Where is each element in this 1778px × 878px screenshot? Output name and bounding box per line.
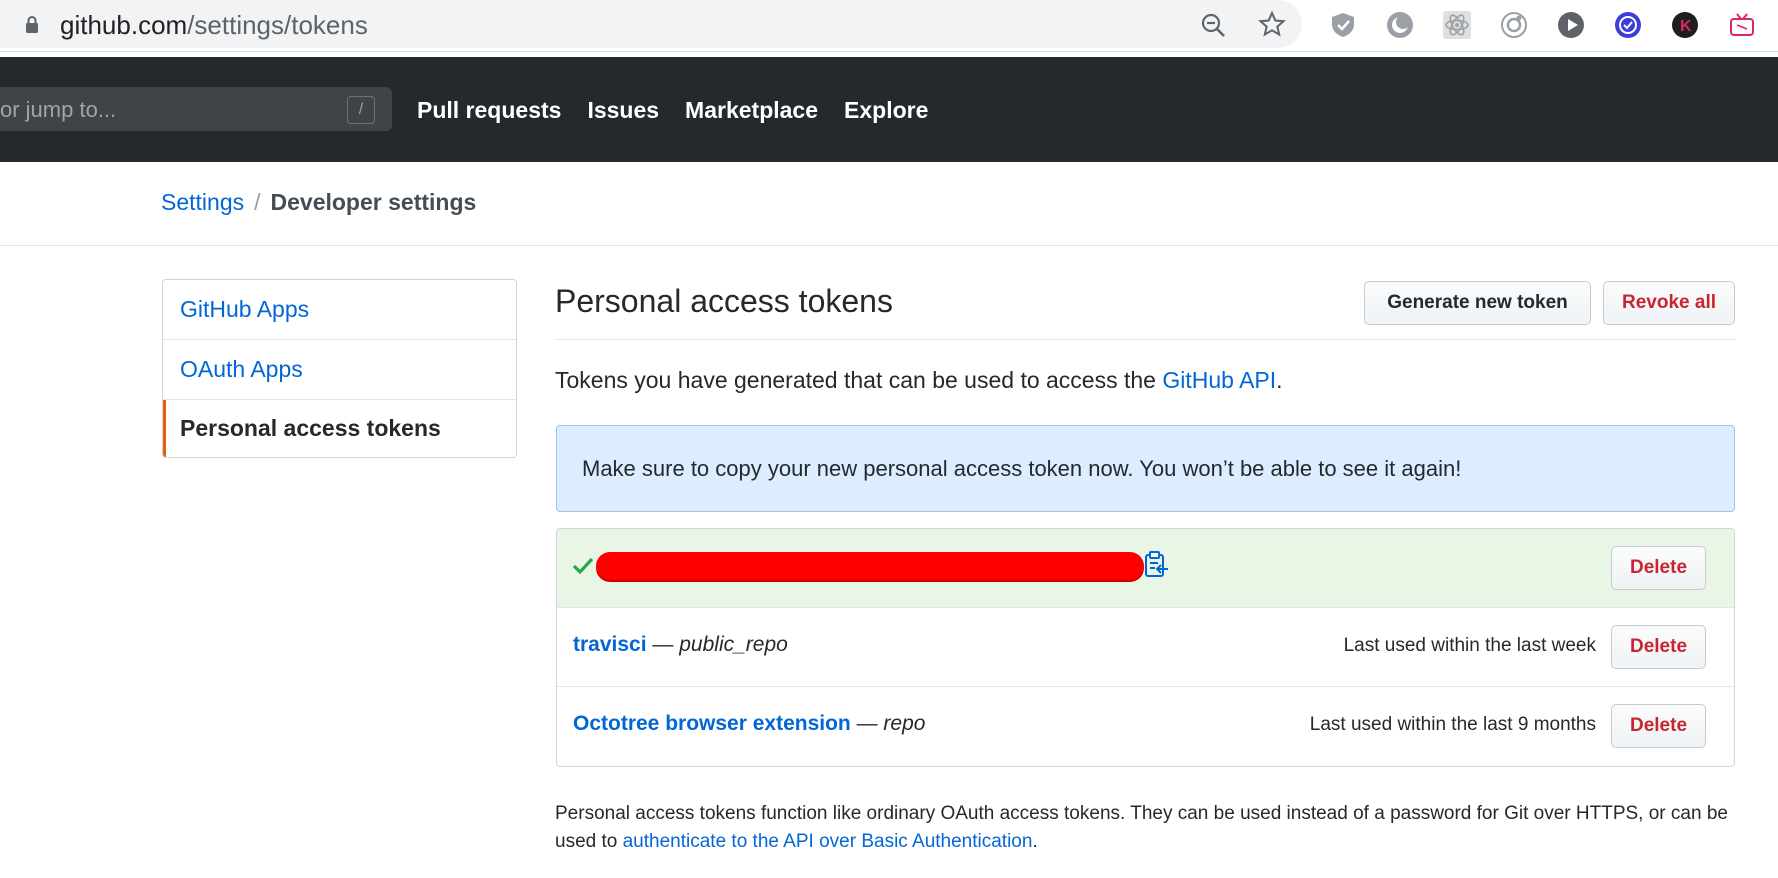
github-api-link[interactable]: GitHub API xyxy=(1162,367,1276,393)
token-scope: public_repo xyxy=(679,633,788,656)
page-title: Personal access tokens xyxy=(555,283,893,319)
token-scope: repo xyxy=(883,712,926,735)
token-list: Delete travisci — public_repo Last used … xyxy=(556,528,1735,767)
todo-extension-icon[interactable] xyxy=(1614,11,1642,39)
intro-text: Tokens you have generated that can be us… xyxy=(555,367,1283,394)
shield-extension-icon[interactable] xyxy=(1329,11,1357,39)
intro-body: Tokens you have generated that can be us… xyxy=(555,367,1163,393)
token-separator: — xyxy=(850,712,884,735)
token-separator: — xyxy=(646,633,680,656)
new-token-row: Delete xyxy=(557,529,1734,608)
delete-token-button[interactable]: Delete xyxy=(1611,625,1706,669)
subhead: Personal access tokens Generate new toke… xyxy=(555,279,1735,340)
breadcrumb-separator: / xyxy=(254,189,261,215)
developer-settings-menu: GitHub Apps OAuth Apps Personal access t… xyxy=(162,279,517,458)
delete-token-button[interactable]: Delete xyxy=(1611,704,1706,748)
redacted-token-value xyxy=(596,552,1144,580)
address-bar[interactable]: github.com/settings/tokens xyxy=(0,0,1302,48)
footnote-text: Personal access tokens function like ord… xyxy=(555,800,1735,856)
target-extension-icon[interactable] xyxy=(1500,11,1528,39)
header-nav: Pull requests Issues Marketplace Explore xyxy=(417,97,928,124)
k-extension-icon[interactable]: K xyxy=(1671,11,1699,39)
zoom-out-icon[interactable] xyxy=(1200,12,1226,38)
delete-new-token-button[interactable]: Delete xyxy=(1611,546,1706,590)
play-extension-icon[interactable] xyxy=(1557,11,1585,39)
breadcrumb: Settings / Developer settings xyxy=(161,189,476,216)
generate-new-token-button[interactable]: Generate new token xyxy=(1364,281,1591,325)
url-path: /settings/tokens xyxy=(187,10,368,40)
breadcrumb-settings-link[interactable]: Settings xyxy=(161,189,244,215)
main-content: Personal access tokens Generate new toke… xyxy=(555,279,1735,852)
star-icon[interactable] xyxy=(1258,10,1286,38)
search-placeholder: or jump to... xyxy=(0,97,117,122)
breadcrumb-current: Developer settings xyxy=(270,189,477,215)
url-domain: github.com xyxy=(60,10,188,40)
react-devtools-icon[interactable] xyxy=(1443,11,1471,39)
dark-mode-extension-icon[interactable] xyxy=(1386,11,1414,39)
intro-end: . xyxy=(1276,367,1283,393)
tv-extension-icon[interactable] xyxy=(1728,11,1756,39)
basic-auth-link[interactable]: authenticate to the API over Basic Authe… xyxy=(623,831,1033,852)
search-input[interactable]: or jump to... / xyxy=(0,87,392,131)
flash-notice: Make sure to copy your new personal acce… xyxy=(556,425,1735,512)
clipboard-icon[interactable] xyxy=(1142,550,1170,580)
nav-pull-requests[interactable]: Pull requests xyxy=(417,97,561,124)
token-name-link[interactable]: travisci xyxy=(573,633,647,656)
token-description: Octotree browser extension — repo xyxy=(573,712,925,736)
token-row: Octotree browser extension — repo Last u… xyxy=(557,687,1734,766)
nav-issues[interactable]: Issues xyxy=(587,97,659,124)
nav-marketplace[interactable]: Marketplace xyxy=(685,97,818,124)
slash-shortcut-key: / xyxy=(347,96,375,124)
github-header: or jump to... / Pull requests Issues Mar… xyxy=(0,57,1778,162)
sidebar-item-github-apps[interactable]: GitHub Apps xyxy=(163,280,516,340)
revoke-all-button[interactable]: Revoke all xyxy=(1603,281,1735,325)
token-row: travisci — public_repo Last used within … xyxy=(557,608,1734,687)
token-last-used: Last used within the last week xyxy=(1343,635,1596,656)
browser-toolbar: github.com/settings/tokens K xyxy=(0,0,1778,52)
svg-text:K: K xyxy=(1680,18,1692,35)
check-icon xyxy=(572,557,594,575)
footnote-end: . xyxy=(1032,831,1038,852)
lock-icon xyxy=(26,16,38,33)
breadcrumb-bar: Settings / Developer settings xyxy=(0,162,1778,246)
nav-explore[interactable]: Explore xyxy=(844,97,928,124)
token-last-used: Last used within the last 9 months xyxy=(1309,714,1596,735)
token-description: travisci — public_repo xyxy=(573,633,788,657)
sidebar-item-personal-access-tokens[interactable]: Personal access tokens xyxy=(163,400,516,457)
sidebar-item-oauth-apps[interactable]: OAuth Apps xyxy=(163,340,516,400)
url-text[interactable]: github.com/settings/tokens xyxy=(60,10,368,40)
token-name-link[interactable]: Octotree browser extension xyxy=(573,712,851,735)
